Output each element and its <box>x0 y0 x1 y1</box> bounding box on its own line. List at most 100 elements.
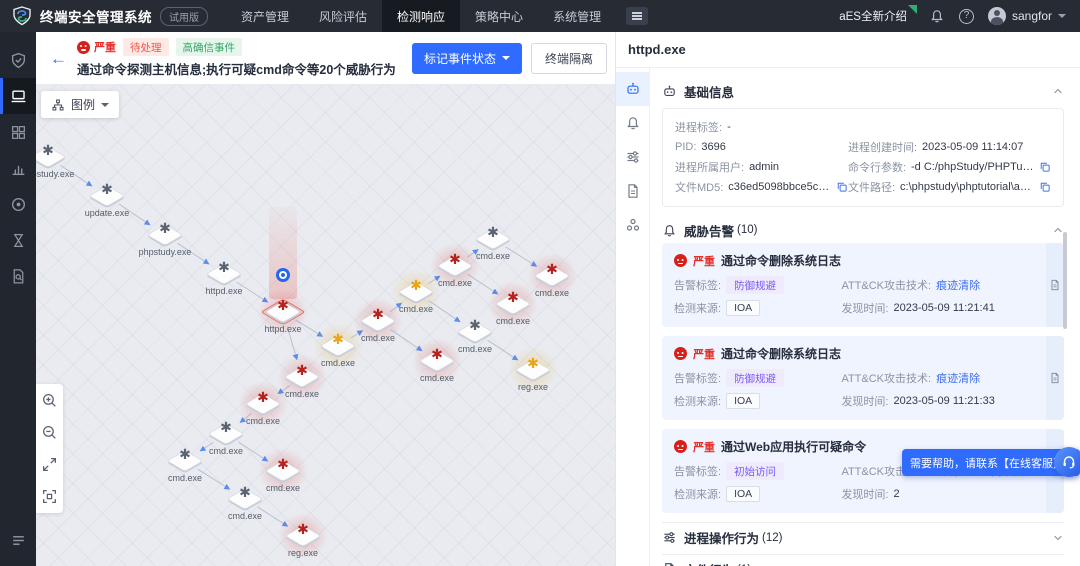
graph-node[interactable]: update.exe <box>85 181 129 218</box>
copy-button[interactable] <box>1039 161 1051 173</box>
apps-menu-button[interactable] <box>626 7 649 25</box>
malware-gear-icon <box>534 261 570 277</box>
graph-node[interactable]: cmd.exe <box>313 323 363 369</box>
malware-gear-icon <box>227 484 263 500</box>
graph-node[interactable]: cmd.exe <box>238 381 288 427</box>
isolate-endpoint-button[interactable]: 终端隔离 <box>530 42 607 74</box>
sidebar-collapse-button[interactable] <box>0 522 36 558</box>
copy-button[interactable] <box>1039 181 1051 193</box>
section-file-behavior[interactable]: 文件行为 (1) <box>662 554 1064 566</box>
brand: 终端安全管理系统 试用版 <box>0 6 218 26</box>
graph-node[interactable]: reg.exe <box>278 513 328 559</box>
graph-node[interactable]: cmd.exe <box>258 448 308 494</box>
graph-node[interactable]: cmd.exe <box>226 484 264 521</box>
rail-process-ops[interactable] <box>616 140 650 174</box>
malware-gear-icon <box>285 521 321 537</box>
process-tag-value: - <box>727 121 731 133</box>
alert-bell-icon <box>662 223 677 238</box>
file-behavior-icon <box>625 183 641 199</box>
event-header: ← 严重 待处理 高确信事件 通过命令探测主机信息;执行可疑cmd命令等20个威… <box>36 32 615 84</box>
graph-node-label: update.exe <box>84 208 130 218</box>
section-count: (10) <box>737 224 758 236</box>
graph-node[interactable]: cmd.exe <box>456 317 494 354</box>
nav-policy-center[interactable]: 策略中心 <box>460 0 538 32</box>
zoom-out-button[interactable] <box>41 424 58 441</box>
alert-detail-button[interactable] <box>1046 243 1064 327</box>
rail-network[interactable] <box>616 208 650 242</box>
attack-technique-link[interactable]: 痕迹清除 <box>936 370 980 386</box>
alert-card[interactable]: 严重 通过命令删除系统日志 告警标签: 防御规避 ATT&CK攻击技术: 痕迹清除 检… <box>662 243 1064 327</box>
expand-button[interactable] <box>41 456 58 473</box>
section-threat-alerts[interactable]: 威胁告警 (10) <box>662 217 1064 243</box>
graph-node[interactable]: reg.exe <box>508 347 558 393</box>
network-cluster-icon <box>625 217 641 233</box>
section-basic-info[interactable]: 基础信息 <box>662 78 1064 104</box>
topbar-right: aES全新介绍 sangfor <box>839 5 1080 25</box>
malware-gear-icon <box>208 419 244 435</box>
rail-basic-info[interactable] <box>615 72 650 106</box>
graph-node[interactable]: cmd.exe <box>207 419 245 456</box>
severity-icon <box>77 40 90 54</box>
attack-technique-link[interactable]: 痕迹清除 <box>936 277 980 293</box>
nav-detect-response[interactable]: 检测响应 <box>382 0 461 32</box>
panel-scrollbar[interactable] <box>1063 232 1067 329</box>
graph-node[interactable]: cmd.exe <box>488 281 538 327</box>
file-path-value: c:\phpstudy\phptutorial\ap... <box>900 181 1034 193</box>
sidebar-item-file-audit[interactable] <box>0 258 36 294</box>
legend-label: 图例 <box>71 98 96 112</box>
copy-button[interactable] <box>836 181 848 193</box>
graph-node[interactable]: httpd.exe <box>258 207 308 335</box>
graph-node[interactable]: cmd.exe <box>527 253 577 299</box>
alert-detail-button[interactable] <box>1046 336 1064 420</box>
sidebar-item-endpoint-response[interactable] <box>0 78 36 114</box>
user-menu[interactable]: sangfor <box>987 7 1066 25</box>
malware-gear-icon <box>265 456 301 472</box>
nav-risk-assessment[interactable]: 风险评估 <box>304 0 382 32</box>
alert-card[interactable]: 严重 通过命令删除系统日志 告警标签: 防御规避 ATT&CK攻击技术: 痕迹清除 检… <box>662 336 1064 420</box>
panel-body: 基础信息 进程标签: - PID: 3696 进程创建时间: 2023-05-09 1… <box>615 68 1080 566</box>
detect-source-badge: IOA <box>726 393 761 409</box>
graph-node[interactable]: cmd.exe <box>166 446 204 483</box>
sidebar-item-modules[interactable] <box>0 114 36 150</box>
fit-view-icon <box>41 488 58 505</box>
rail-file-behavior[interactable] <box>616 174 650 208</box>
whats-new-link[interactable]: aES全新介绍 <box>839 5 917 24</box>
notification-bell-icon[interactable] <box>929 8 945 24</box>
graph-node[interactable]: phpstudy.exe <box>139 220 191 257</box>
graph-node[interactable]: cmd.exe <box>430 243 480 289</box>
graph-node[interactable]: cmd.exe <box>474 224 512 261</box>
event-column: ← 严重 待处理 高确信事件 通过命令探测主机信息;执行可疑cmd命令等20个威… <box>36 32 615 566</box>
nav-asset-management[interactable]: 资产管理 <box>226 0 304 32</box>
sidebar-item-pending-tasks[interactable] <box>0 222 36 258</box>
field-label: 发现时间: <box>841 396 889 408</box>
graph-node[interactable]: cmd.exe <box>353 298 403 344</box>
sidebar-item-reports[interactable] <box>0 150 36 186</box>
nav-system-management[interactable]: 系统管理 <box>538 0 616 32</box>
online-support-button[interactable] <box>1054 447 1080 477</box>
graph-node[interactable]: httpd.exe <box>205 259 243 296</box>
sitemap-icon <box>51 98 65 112</box>
collapse-menu-icon <box>10 532 27 549</box>
sidebar-item-target[interactable] <box>0 186 36 222</box>
graph-node-label: cmd.exe <box>167 473 203 483</box>
graph-node[interactable]: phpstudy.exe <box>36 142 74 179</box>
section-process-ops[interactable]: 进程操作行为 (12) <box>662 522 1064 548</box>
copy-icon <box>836 181 848 193</box>
graph-node[interactable]: cmd.exe <box>391 269 441 315</box>
mark-event-status-button[interactable]: 标记事件状态 <box>411 42 522 74</box>
sidebar-item-security-overview[interactable] <box>0 42 36 78</box>
copy-icon <box>1039 161 1051 173</box>
chevron-down-icon <box>1052 532 1064 544</box>
legend-button[interactable]: 图例 <box>41 91 120 118</box>
graph-node[interactable]: cmd.exe <box>412 338 462 384</box>
graph-node[interactable]: cmd.exe <box>277 354 327 400</box>
app-title: 终端安全管理系统 <box>40 10 152 25</box>
back-button[interactable]: ← <box>36 50 77 67</box>
help-icon[interactable] <box>958 8 974 24</box>
target-icon <box>10 196 27 213</box>
zoom-in-button[interactable] <box>41 392 58 409</box>
graph-node-label: cmd.exe <box>265 483 301 493</box>
field-label: 发现时间: <box>841 303 889 315</box>
fit-view-button[interactable] <box>41 488 58 505</box>
rail-alerts[interactable] <box>616 106 650 140</box>
